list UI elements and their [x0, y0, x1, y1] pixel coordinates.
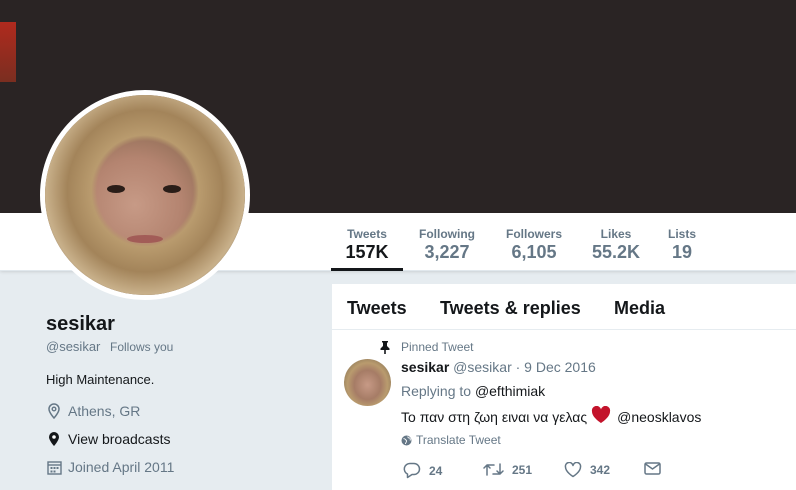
message-action[interactable] — [644, 462, 669, 475]
translate-text[interactable]: Translate Tweet — [416, 433, 501, 447]
pinned-tweet-label: Pinned Tweet — [401, 340, 474, 354]
view-broadcasts-link[interactable]: View broadcasts — [46, 431, 170, 447]
tweet-avatar[interactable] — [344, 359, 391, 406]
heart-icon — [564, 462, 582, 478]
retweet-icon — [483, 463, 504, 476]
periscope-pin-icon — [46, 431, 62, 447]
like-action[interactable]: 342 — [564, 462, 610, 478]
stat-likes-label: Likes — [600, 227, 632, 241]
location-text: Athens, GR — [68, 403, 141, 419]
broadcasts-text[interactable]: View broadcasts — [68, 431, 170, 447]
stat-following-value: 3,227 — [424, 242, 470, 262]
profile-joined: Joined April 2011 — [46, 459, 174, 475]
stat-followers-label: Followers — [505, 227, 562, 241]
profile-bio: High Maintenance. — [46, 372, 155, 387]
like-count: 342 — [590, 463, 611, 477]
stat-tweets[interactable]: Tweets 157K — [331, 227, 403, 271]
stat-likes-value: 55.2K — [591, 242, 641, 262]
follows-you-badge: Follows you — [110, 340, 174, 354]
red-heart-emoji-icon — [591, 405, 611, 427]
stat-lists[interactable]: Lists 19 — [664, 227, 700, 271]
avatar-photo — [45, 95, 245, 295]
avatar-hair — [45, 95, 245, 295]
stat-lists-value: 19 — [671, 242, 693, 262]
banner-red-strip — [0, 22, 16, 82]
replying-to: Replying to @efthimiak — [401, 383, 545, 399]
joined-text: Joined April 2011 — [68, 459, 175, 475]
tweet-author-name[interactable]: sesikar — [401, 359, 449, 375]
stat-followers-value: 6,105 — [511, 242, 557, 262]
timeline: Tweets Tweets & replies Media Pinned Twe… — [332, 284, 796, 490]
stat-tweets-label: Tweets — [347, 227, 387, 241]
reply-count: 24 — [429, 463, 443, 478]
tweet-handle-date[interactable]: @sesikar · 9 Dec 2016 — [453, 359, 596, 375]
profile-sidebar: sesikar @sesikar Follows you High Mainte… — [0, 271, 332, 490]
globe-icon — [401, 435, 412, 446]
translate-tweet-link[interactable]: Translate Tweet — [401, 433, 501, 447]
tweet-body: Το παν στη ζωη ειναι να γελας — [401, 408, 588, 425]
tab-tweets-replies[interactable]: Tweets & replies — [440, 298, 581, 319]
profile-handle[interactable]: @sesikar — [46, 339, 100, 354]
reply-icon — [403, 462, 421, 479]
replying-prefix: Replying to — [401, 383, 472, 399]
stat-tweets-value: 157K — [345, 242, 389, 262]
profile-name[interactable]: sesikar — [46, 313, 115, 336]
retweet-action[interactable]: 251 — [483, 462, 532, 477]
profile-avatar[interactable] — [40, 90, 250, 300]
profile-location: Athens, GR — [46, 403, 140, 419]
pin-icon — [380, 341, 390, 359]
tab-tweets[interactable]: Tweets — [347, 298, 407, 319]
tab-media[interactable]: Media — [614, 298, 665, 319]
stat-followers[interactable]: Followers 6,105 — [500, 227, 568, 271]
reply-action[interactable]: 24 — [403, 462, 442, 479]
location-pin-icon — [46, 403, 62, 419]
envelope-icon — [644, 462, 661, 475]
stat-following-label: Following — [419, 227, 475, 241]
avatar-mouth — [127, 235, 163, 243]
stat-lists-label: Lists — [667, 227, 696, 241]
tweet-mention[interactable]: @neosklavos — [617, 409, 701, 425]
stat-following[interactable]: Following 3,227 — [412, 227, 482, 271]
avatar-eye-left — [107, 185, 125, 193]
timeline-tabs: Tweets Tweets & replies Media — [332, 284, 796, 330]
avatar-eye-right — [163, 185, 181, 193]
retweet-count: 251 — [512, 462, 533, 477]
replying-to-link[interactable]: @efthimiak — [475, 383, 545, 399]
stat-likes[interactable]: Likes 55.2K — [588, 227, 644, 271]
tweet-header: sesikar @sesikar · 9 Dec 2016 — [401, 359, 596, 375]
calendar-icon — [46, 459, 62, 475]
tweet-text: Το παν στη ζωη ειναι να γελας @neosklavo… — [401, 405, 701, 427]
